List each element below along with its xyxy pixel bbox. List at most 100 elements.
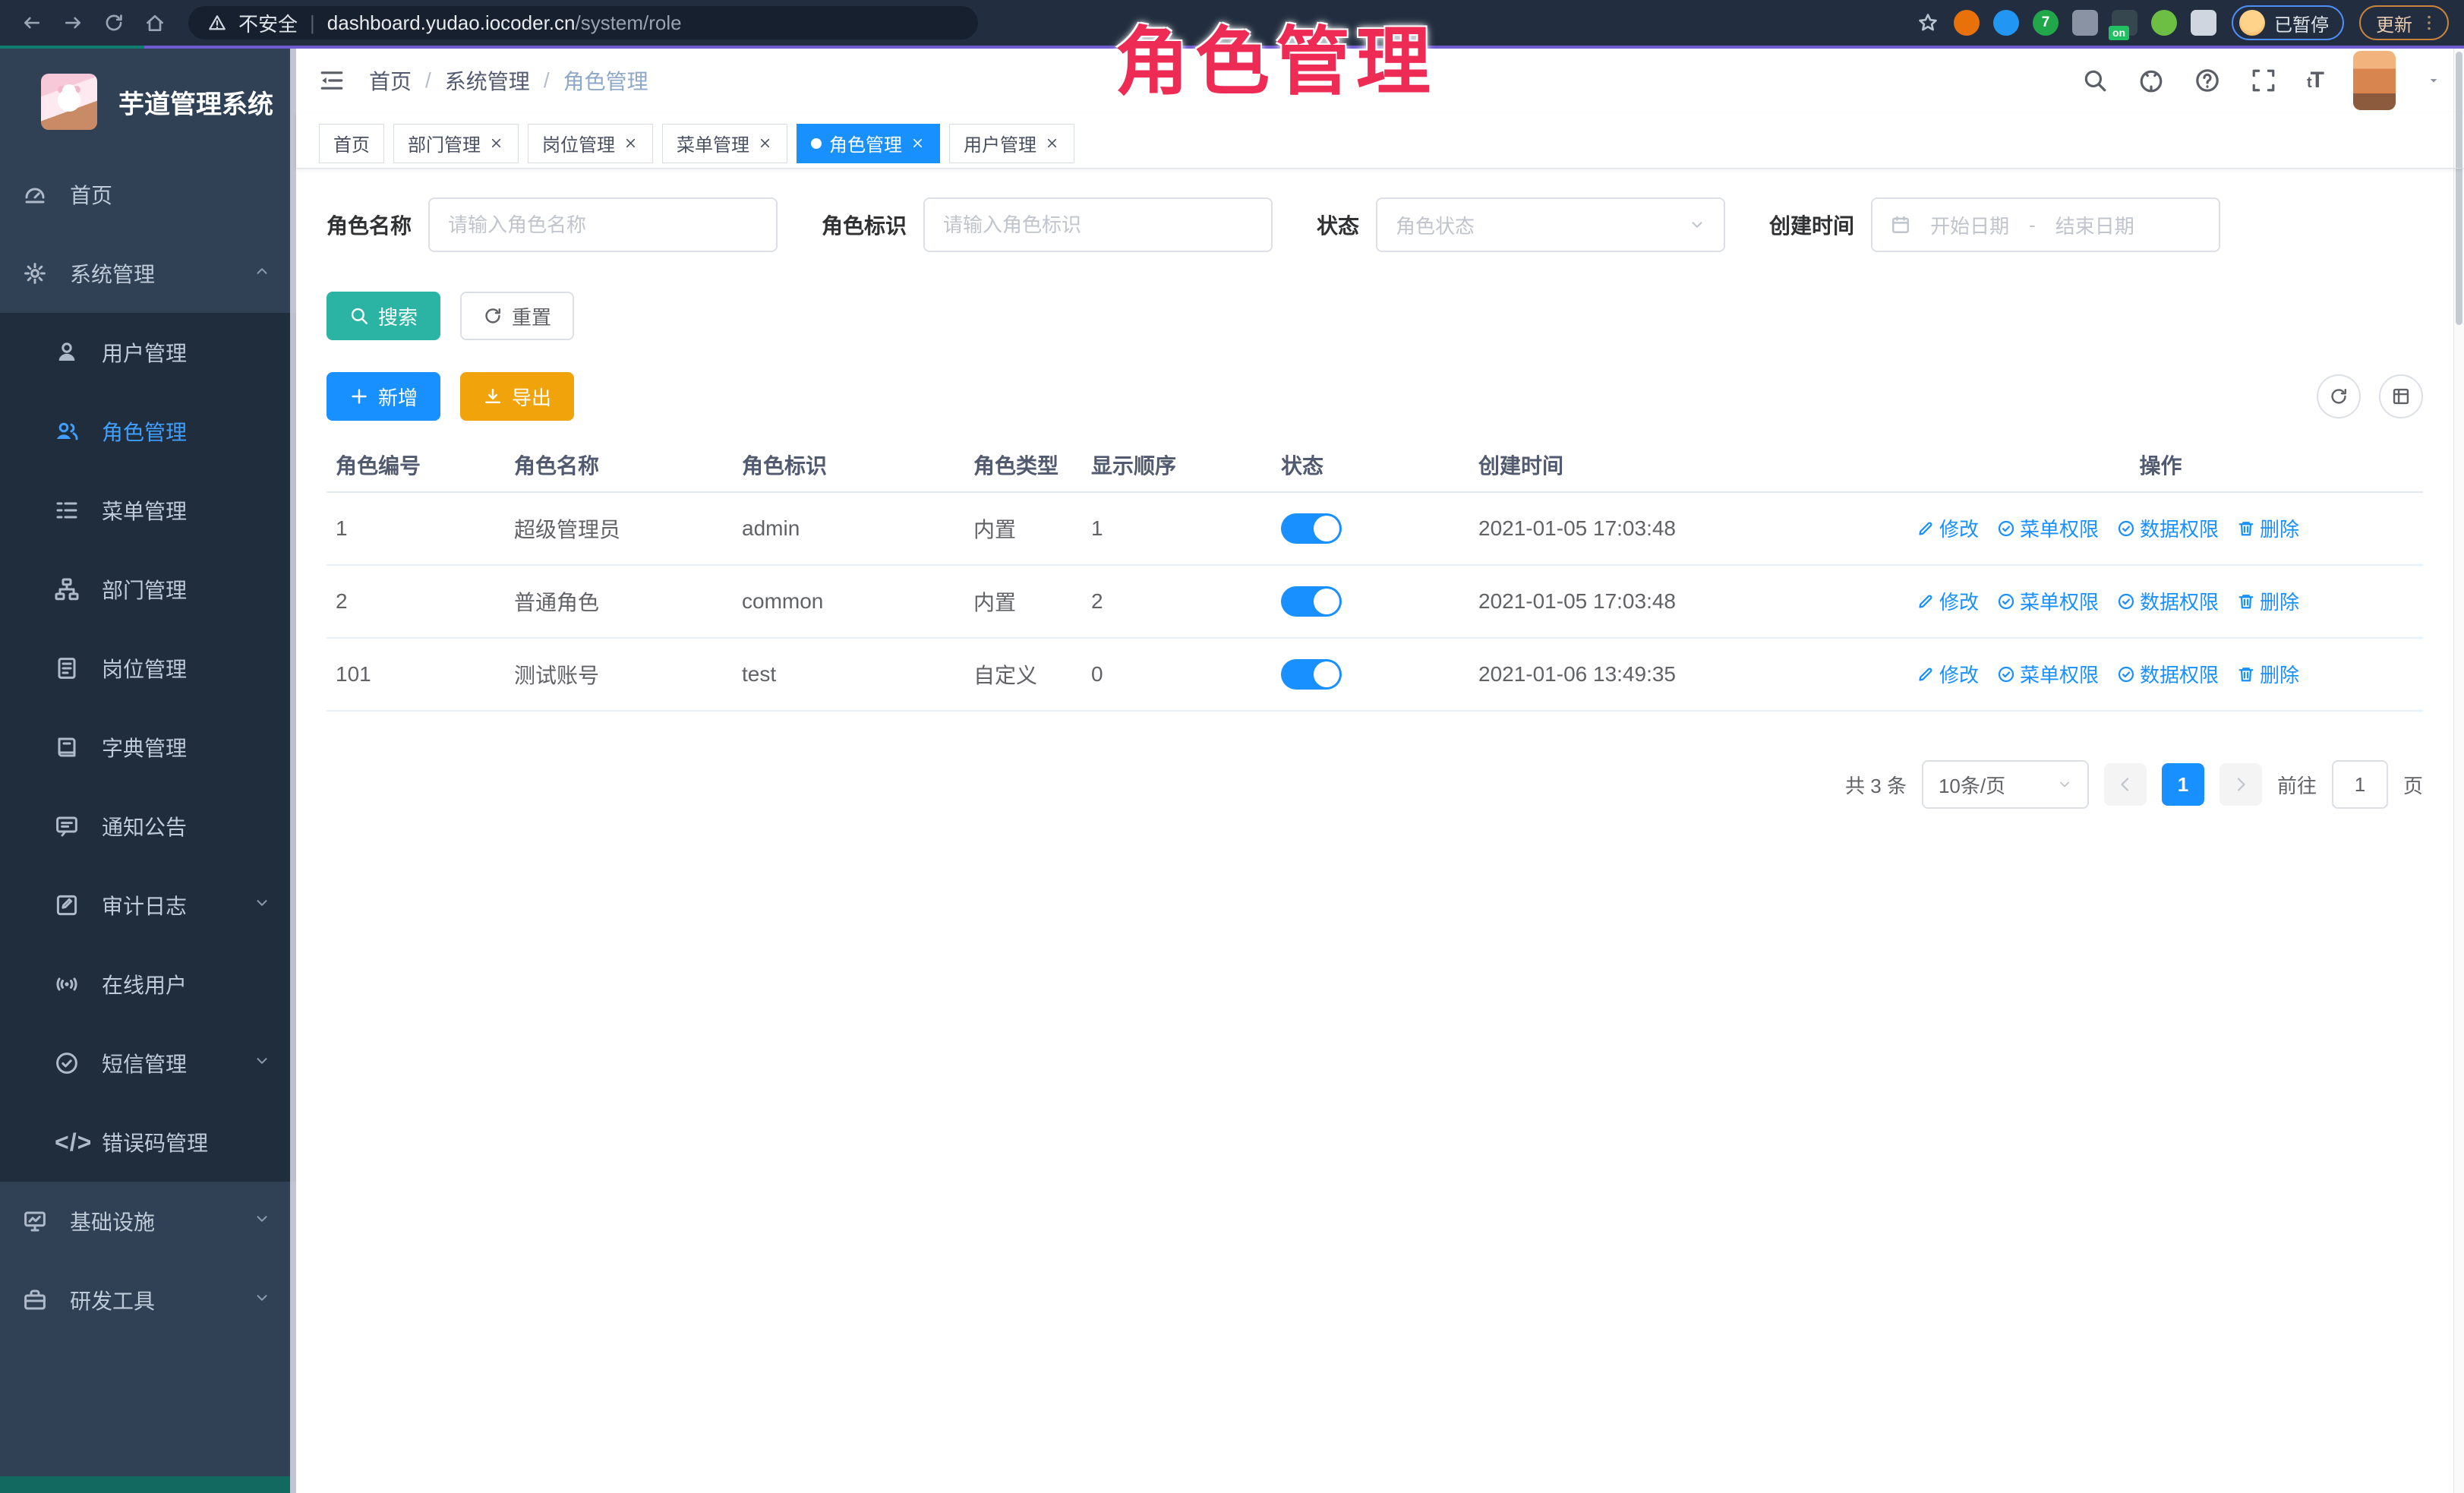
status-toggle[interactable]	[1281, 659, 1342, 690]
browser-update-button[interactable]: 更新	[2359, 5, 2449, 40]
home-icon	[144, 12, 166, 33]
table-header-row: 角色编号角色名称角色标识角色类型显示顺序状态创建时间操作	[327, 437, 2423, 492]
next-page-button[interactable]	[2219, 763, 2262, 806]
tab-close-icon[interactable]	[1044, 135, 1060, 151]
sidebar-item[interactable]: 通知公告	[0, 787, 296, 866]
sidebar-item[interactable]: 短信管理	[0, 1024, 296, 1103]
action-data-permission[interactable]: 数据权限	[2117, 660, 2219, 688]
bookmark-star-icon[interactable]	[1917, 12, 1939, 33]
chevron-down-icon	[2057, 777, 2072, 792]
app: 芋道管理系统 首页 系统管理 用户管理 角色管理 菜单管理 部门管理 岗位管理 …	[0, 49, 2464, 1493]
tab-close-icon[interactable]	[757, 135, 773, 151]
status-toggle[interactable]	[1281, 513, 1342, 544]
page-number-button[interactable]: 1	[2162, 763, 2204, 806]
cell-sort: 1	[1082, 492, 1272, 565]
sidebar-item[interactable]: 岗位管理	[0, 629, 296, 708]
action-data-permission[interactable]: 数据权限	[2117, 587, 2219, 615]
date-range-picker[interactable]: 开始日期 - 结束日期	[1871, 197, 2220, 252]
sidebar-item[interactable]: 字典管理	[0, 708, 296, 787]
tab-close-icon[interactable]	[488, 135, 504, 151]
sidebar-item[interactable]: 首页	[0, 155, 296, 234]
sidebar-collapse-icon[interactable]	[319, 68, 345, 93]
page-scrollbar[interactable]	[2453, 49, 2464, 1493]
role-key-input[interactable]	[923, 197, 1273, 252]
sidebar-item[interactable]: 用户管理	[0, 313, 296, 392]
action-label: 数据权限	[2140, 660, 2219, 688]
header-search-icon[interactable]	[2082, 68, 2108, 93]
filter-label: 角色名称	[327, 210, 412, 240]
action-menu-permission[interactable]: 菜单权限	[1997, 587, 2099, 615]
browser-back-button[interactable]	[15, 6, 49, 39]
action-edit[interactable]: 修改	[1917, 587, 1979, 615]
page-size-select[interactable]: 10条/页	[1922, 760, 2089, 809]
role-icon	[55, 419, 90, 443]
browser-reload-button[interactable]	[97, 6, 131, 39]
cell-role-type: 内置	[964, 492, 1082, 565]
tab[interactable]: 用户管理	[949, 124, 1074, 163]
sidebar-item[interactable]: 角色管理	[0, 392, 296, 471]
user-avatar[interactable]	[2353, 51, 2396, 110]
help-icon[interactable]	[2194, 68, 2220, 93]
browser-profile-button[interactable]: 已暂停	[2232, 5, 2344, 40]
warning-icon	[208, 14, 226, 32]
font-size-icon[interactable]: tT	[2307, 68, 2323, 93]
browser-forward-button[interactable]	[56, 6, 90, 39]
sidebar-item[interactable]: 部门管理	[0, 550, 296, 629]
sidebar-item[interactable]: 系统管理	[0, 234, 296, 313]
sidebar-item[interactable]: 研发工具	[0, 1261, 296, 1340]
sidebar-item[interactable]: </> 错误码管理	[0, 1103, 296, 1182]
browser-menu-icon[interactable]	[2420, 14, 2438, 32]
sidebar-item[interactable]: 在线用户	[0, 945, 296, 1024]
status-toggle[interactable]	[1281, 586, 1342, 617]
avatar-caret-icon[interactable]	[2426, 73, 2441, 88]
url-path: /system/role	[575, 11, 681, 34]
action-menu-permission[interactable]: 菜单权限	[1997, 660, 2099, 688]
action-delete[interactable]: 删除	[2237, 660, 2299, 688]
tab-close-icon[interactable]	[623, 135, 639, 151]
sidebar-item-label: 研发工具	[70, 1285, 155, 1315]
action-edit[interactable]: 修改	[1917, 514, 1979, 542]
status-select[interactable]: 角色状态	[1376, 197, 1725, 252]
search-button[interactable]: 搜索	[327, 292, 440, 340]
tab[interactable]: 部门管理	[393, 124, 519, 163]
export-button[interactable]: 导出	[460, 372, 574, 421]
goto-page-input[interactable]	[2332, 760, 2388, 809]
breadcrumb-item[interactable]: 系统管理	[445, 65, 530, 96]
add-button[interactable]: 新增	[327, 372, 440, 421]
address-bar[interactable]: 不安全 | dashboard.yudao.iocoder.cn/system/…	[188, 6, 978, 39]
action-data-permission[interactable]: 数据权限	[2117, 514, 2219, 542]
scrollbar-thumb[interactable]	[2456, 52, 2462, 325]
role-name-input[interactable]	[428, 197, 778, 252]
extension-drop-icon[interactable]	[1993, 10, 2019, 36]
tab[interactable]: 岗位管理	[528, 124, 653, 163]
reset-button[interactable]: 重置	[460, 292, 574, 340]
extension-green-icon[interactable]: 7	[2033, 10, 2059, 36]
extension-monkey-icon[interactable]	[2151, 10, 2177, 36]
tab[interactable]: 首页	[319, 124, 384, 163]
extension-pin-icon[interactable]	[2191, 10, 2216, 36]
extension-orange-icon[interactable]	[1954, 10, 1980, 36]
sidebar-item[interactable]: 菜单管理	[0, 471, 296, 550]
action-delete[interactable]: 删除	[2237, 587, 2299, 615]
tab[interactable]: 角色管理	[797, 124, 940, 163]
action-delete[interactable]: 删除	[2237, 514, 2299, 542]
refresh-table-button[interactable]	[2317, 374, 2361, 418]
column-settings-button[interactable]	[2379, 374, 2423, 418]
action-edit[interactable]: 修改	[1917, 660, 1979, 688]
prev-page-button[interactable]	[2104, 763, 2147, 806]
cell-actions: 修改菜单权限数据权限删除	[1898, 492, 2423, 565]
breadcrumb-item[interactable]: 首页	[369, 65, 412, 96]
tab[interactable]: 菜单管理	[662, 124, 787, 163]
fullscreen-icon[interactable]	[2251, 68, 2276, 93]
github-icon[interactable]	[2138, 68, 2164, 93]
extension-blocks-icon[interactable]	[2072, 10, 2098, 36]
sidebar-logo[interactable]: 芋道管理系统	[0, 49, 296, 155]
extension-dark-icon[interactable]: on	[2112, 10, 2137, 36]
sidebar-item[interactable]: 审计日志	[0, 866, 296, 945]
breadcrumb-separator: /	[425, 68, 431, 93]
browser-home-button[interactable]	[138, 6, 172, 39]
action-menu-permission[interactable]: 菜单权限	[1997, 514, 2099, 542]
sidebar-item[interactable]: 基础设施	[0, 1182, 296, 1261]
sidebar-scrollbar[interactable]	[290, 49, 296, 1493]
tab-close-icon[interactable]	[910, 135, 926, 151]
